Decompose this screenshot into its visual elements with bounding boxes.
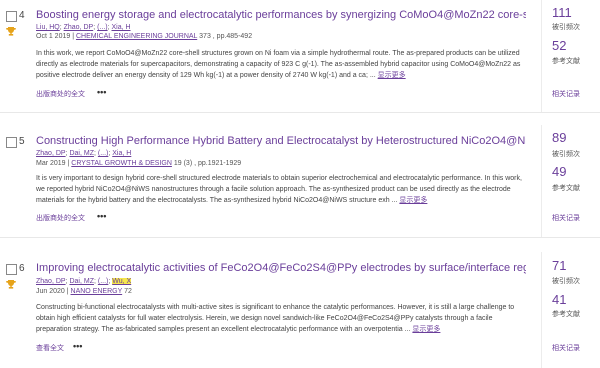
author-link[interactable]: Xia, H <box>112 150 131 157</box>
publication-info: Oct 1 2019 | CHEMICAL ENGINEERING JOURNA… <box>36 33 252 40</box>
abstract-body: Constructing bi-functional electrocataly… <box>36 304 515 333</box>
related-records-link[interactable]: 相关记录 <box>552 343 580 353</box>
citation-count[interactable]: 89 <box>552 130 566 145</box>
citation-label: 被引频次 <box>552 151 580 158</box>
citation-count[interactable]: 111 <box>552 5 572 20</box>
pub-date: Mar 2019 <box>36 160 66 167</box>
citation-label: 被引频次 <box>552 24 580 31</box>
author-link[interactable]: Wu, X <box>112 278 132 285</box>
journal-link[interactable]: CRYSTAL GROWTH & DESIGN <box>71 160 172 167</box>
abstract-text: In this work, we report CoMoO4@MoZn22 co… <box>36 48 522 81</box>
publication-info: Jun 2020 | NANO ENERGY 72 <box>36 288 132 295</box>
author-list: Zhao, DP; Dai, MZ; (...); Wu, X <box>36 278 132 285</box>
author-link[interactable]: Zhao, DP <box>64 24 94 31</box>
publication-info: Mar 2019 | CRYSTAL GROWTH & DESIGN 19 (3… <box>36 160 241 167</box>
record-index: 5 <box>19 136 25 147</box>
column-divider <box>541 125 542 237</box>
related-records-link[interactable]: 相关记录 <box>552 89 580 99</box>
reference-count[interactable]: 41 <box>552 292 566 307</box>
reference-label: 参考文献 <box>552 58 580 65</box>
record-divider <box>0 237 600 238</box>
author-link[interactable]: (...) <box>97 24 108 31</box>
volume-pages: 19 (3) , pp.1921-1929 <box>173 160 242 167</box>
journal-link[interactable]: NANO ENERGY <box>71 288 123 295</box>
more-options-button[interactable]: ••• <box>97 211 106 221</box>
record-title[interactable]: Constructing High Performance Hybrid Bat… <box>36 135 526 147</box>
show-more-link[interactable]: 显示更多 <box>412 326 440 333</box>
trophy-icon <box>6 23 16 36</box>
author-link[interactable]: Dai, MZ <box>69 278 94 285</box>
show-more-link[interactable]: 显示更多 <box>399 197 427 204</box>
abstract-text: Constructing bi-functional electrocataly… <box>36 302 522 335</box>
record-title[interactable]: Improving electrocatalytic activities of… <box>36 262 526 274</box>
abstract-body: It is very important to design hybrid co… <box>36 175 522 204</box>
citation-count[interactable]: 71 <box>552 258 566 273</box>
select-checkbox[interactable] <box>6 11 17 22</box>
citation-label: 被引频次 <box>552 278 580 285</box>
record-title[interactable]: Boosting energy storage and electrocatal… <box>36 9 526 21</box>
select-checkbox[interactable] <box>6 137 17 148</box>
pub-date: Jun 2020 <box>36 288 65 295</box>
author-link[interactable]: Zhao, DP <box>36 278 66 285</box>
more-options-button[interactable]: ••• <box>97 87 106 97</box>
author-link[interactable]: Liu, HQ <box>36 24 60 31</box>
author-link[interactable]: Dai, MZ <box>69 150 94 157</box>
author-link[interactable]: (...) <box>98 150 109 157</box>
reference-label: 参考文献 <box>552 311 580 318</box>
reference-label: 参考文献 <box>552 185 580 192</box>
record-divider <box>0 112 600 113</box>
author-list: Liu, HQ; Zhao, DP; (...); Xia, H <box>36 24 131 31</box>
more-options-button[interactable]: ••• <box>73 341 82 351</box>
column-divider <box>541 0 542 112</box>
trophy-icon <box>6 276 16 289</box>
full-text-link[interactable]: 出版商处的全文 <box>36 89 85 99</box>
abstract-text: It is very important to design hybrid co… <box>36 173 522 206</box>
related-records-link[interactable]: 相关记录 <box>552 213 580 223</box>
record-index: 6 <box>19 263 25 274</box>
show-more-link[interactable]: 显示更多 <box>378 72 406 79</box>
author-link[interactable]: (...) <box>98 278 109 285</box>
author-list: Zhao, DP; Dai, MZ; (...); Xia, H <box>36 150 131 157</box>
reference-count[interactable]: 49 <box>552 164 566 179</box>
select-checkbox[interactable] <box>6 264 17 275</box>
volume-pages: 373 , pp.485-492 <box>199 33 253 40</box>
reference-count[interactable]: 52 <box>552 38 566 53</box>
record-index: 4 <box>19 10 25 21</box>
pub-date: Oct 1 2019 <box>36 33 71 40</box>
abstract-body: In this work, we report CoMoO4@MoZn22 co… <box>36 50 521 79</box>
author-link[interactable]: Zhao, DP <box>36 150 66 157</box>
volume-pages: 72 <box>124 288 132 295</box>
full-text-link[interactable]: 查看全文 <box>36 343 64 353</box>
full-text-link[interactable]: 出版商处的全文 <box>36 213 85 223</box>
column-divider <box>541 252 542 368</box>
author-link[interactable]: Xia, H <box>111 24 130 31</box>
journal-link[interactable]: CHEMICAL ENGINEERING JOURNAL <box>76 33 197 40</box>
